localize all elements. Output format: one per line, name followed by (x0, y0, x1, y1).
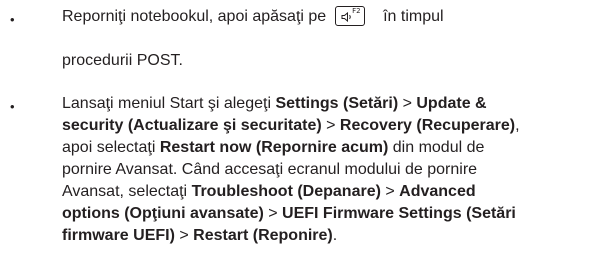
item1-text-before: Reporniţi notebookul, apoi apăsaţi pe (62, 8, 327, 25)
bullet-2: • (10, 99, 15, 114)
item2-text: . (332, 227, 338, 244)
item2-bold: UEFI Firmware Settings (Setări (282, 205, 516, 222)
item1-text-after: în timpul (383, 8, 444, 25)
item2-text: pornire Avansat. Când accesaţi ecranul m… (62, 161, 478, 178)
item2-line6: options (Opţiuni avansate) > UEFI Firmwa… (62, 203, 516, 225)
item2-line1: Lansaţi meniul Start şi alegeţi Settings… (62, 93, 487, 115)
item2-bold: Restart now (Repornire acum) (159, 139, 389, 156)
item1-line2: procedurii POST. (62, 50, 183, 72)
f2-key-icon: F2 (334, 6, 365, 26)
item2-text: din modul de (388, 139, 485, 156)
item2-bold: Troubleshoot (Depanare) (191, 183, 381, 200)
item2-bold: security (Actualizare şi securitate) (62, 117, 322, 134)
item2-bold: Advanced (399, 183, 476, 200)
item2-text: > (398, 95, 417, 112)
item2-bold: Settings (Setări) (275, 95, 399, 112)
item2-line7: firmware UEFI) > Restart (Reponire). (62, 225, 337, 247)
item2-text: , (515, 117, 520, 134)
item2-bold: firmware UEFI) (62, 227, 175, 244)
item2-text: > (174, 227, 194, 244)
item2-line2: security (Actualizare şi securitate) > R… (62, 115, 520, 137)
item1-text-line2: procedurii POST. (62, 52, 183, 69)
item2-text: apoi selectaţi (62, 139, 160, 156)
item2-text: > (380, 183, 400, 200)
item2-bold: options (Opţiuni avansate) (62, 205, 264, 222)
item2-line3: apoi selectaţi Restart now (Repornire ac… (62, 137, 484, 159)
item2-text: Lansaţi meniul Start şi alegeţi (62, 95, 276, 112)
item2-text: > (263, 205, 283, 222)
item2-text: Avansat, selectaţi (62, 183, 192, 200)
f2-key-label: F2 (352, 7, 361, 15)
item2-bold: Update & (416, 95, 487, 112)
item1-line1: Reporniţi notebookul, apoi apăsaţi pe F2… (62, 6, 444, 28)
bullet-1: • (10, 12, 15, 27)
item2-bold: Recovery (Recuperare) (339, 117, 516, 134)
item2-bold: Restart (Reponire) (193, 227, 333, 244)
item2-line4: pornire Avansat. Când accesaţi ecranul m… (62, 159, 477, 181)
item2-line5: Avansat, selectaţi Troubleshoot (Depanar… (62, 181, 476, 203)
item2-text: > (321, 117, 340, 134)
